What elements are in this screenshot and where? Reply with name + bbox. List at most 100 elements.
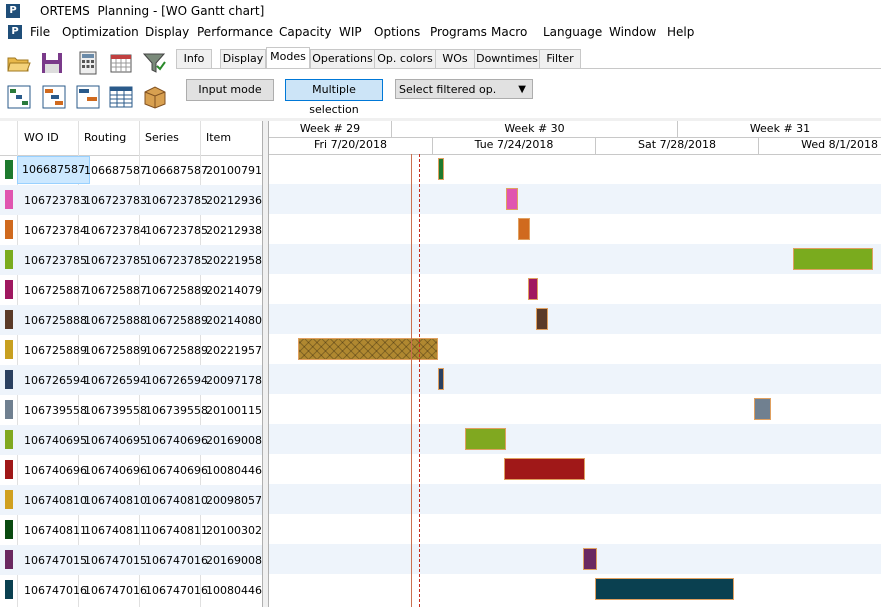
column-header-item[interactable]: Item (206, 131, 231, 144)
select-filtered-dropdown[interactable]: Select filtered op. ▼ (395, 79, 533, 99)
cell-routing[interactable]: 106723783 (84, 194, 147, 207)
cell-series[interactable]: 106726594 (145, 374, 208, 387)
tab-operations[interactable]: Operations (310, 49, 375, 69)
calculator-icon[interactable] (75, 50, 101, 76)
operation-bar[interactable] (595, 578, 735, 600)
table-grid-icon[interactable] (108, 84, 134, 110)
package-icon[interactable] (142, 84, 168, 110)
cell-wo-id[interactable]: 106723785 (24, 254, 87, 267)
menu-wip[interactable]: WIP (339, 25, 362, 39)
cell-item[interactable]: 20169008 (206, 554, 262, 567)
cell-routing[interactable]: 106723784 (84, 224, 147, 237)
cell-item[interactable]: 10080446 (206, 464, 262, 477)
cell-wo-id[interactable]: 106723784 (24, 224, 87, 237)
menu-performance[interactable]: Performance (197, 25, 273, 39)
gantt-multi-icon[interactable] (41, 84, 67, 110)
menu-capacity[interactable]: Capacity (279, 25, 331, 39)
operation-bar[interactable] (297, 338, 439, 360)
table-row[interactable]: 106725888 106725888 106725889 20214080 (0, 305, 262, 335)
cell-series[interactable]: 106725889 (145, 314, 208, 327)
tab-info[interactable]: Info (176, 49, 212, 69)
cell-item[interactable]: 20100791 (206, 164, 262, 177)
cell-item[interactable]: 20221958 (206, 254, 262, 267)
table-row[interactable]: 106723785 106723785 106723785 20221958 (0, 245, 262, 275)
cell-wo-id[interactable]: 106687587 (17, 156, 90, 184)
operation-bar[interactable] (503, 458, 586, 480)
cell-wo-id[interactable]: 106747015 (24, 554, 87, 567)
cell-item[interactable]: 20221957 (206, 344, 262, 357)
tab-modes[interactable]: Modes (266, 47, 310, 70)
cell-item[interactable]: 20100115 (206, 404, 262, 417)
cell-routing[interactable]: 106723785 (84, 254, 147, 267)
cell-item[interactable]: 20214080 (206, 314, 262, 327)
cell-routing[interactable]: 106740695 (84, 434, 147, 447)
cell-series[interactable]: 106747016 (145, 584, 208, 597)
tab-filter[interactable]: Filter (539, 49, 581, 69)
gantt-single-icon[interactable] (75, 84, 101, 110)
cell-wo-id[interactable]: 106723783 (24, 194, 87, 207)
menu-language[interactable]: Language (543, 25, 602, 39)
menu-options[interactable]: Options (374, 25, 420, 39)
operation-bar[interactable] (438, 158, 445, 180)
operation-bar[interactable] (505, 188, 518, 210)
tab-downtimes[interactable]: Downtimes (474, 49, 540, 69)
tab-display[interactable]: Display (220, 49, 266, 69)
cell-routing[interactable]: 106740696 (84, 464, 147, 477)
cell-item[interactable]: 20097178 (206, 374, 262, 387)
cell-item[interactable]: 20212936 (206, 194, 262, 207)
cell-item[interactable]: 20169008 (206, 434, 262, 447)
table-row[interactable]: 106740810 106740810 106740810 20098057 (0, 485, 262, 515)
operation-bar[interactable] (536, 308, 549, 330)
cell-series[interactable]: 106687587 (145, 164, 208, 177)
gantt-sequence-icon[interactable] (6, 84, 32, 110)
cell-series[interactable]: 106740696 (145, 464, 208, 477)
cell-series[interactable]: 106740696 (145, 434, 208, 447)
cell-series[interactable]: 106739558 (145, 404, 208, 417)
table-row[interactable]: 106723784 106723784 106723785 20212938 (0, 215, 262, 245)
cell-wo-id[interactable]: 106726594 (24, 374, 87, 387)
open-folder-icon[interactable] (6, 50, 32, 76)
cell-series[interactable]: 106747016 (145, 554, 208, 567)
menu-help[interactable]: Help (667, 25, 694, 39)
operation-bar[interactable] (438, 368, 445, 390)
cell-routing[interactable]: 106725888 (84, 314, 147, 327)
cell-wo-id[interactable]: 106725888 (24, 314, 87, 327)
document-icon[interactable]: P (8, 25, 22, 39)
cell-series[interactable]: 106725889 (145, 284, 208, 297)
table-row[interactable]: 106723783 106723783 106723785 20212936 (0, 185, 262, 215)
operation-bar[interactable] (464, 428, 506, 450)
table-row[interactable]: 106747015 106747015 106747016 20169008 (0, 545, 262, 575)
menu-optimization[interactable]: Optimization (62, 25, 139, 39)
cell-item[interactable]: 20214079 (206, 284, 262, 297)
cell-series[interactable]: 106723785 (145, 194, 208, 207)
menu-macro[interactable]: Macro (491, 25, 527, 39)
input-mode-button[interactable]: Input mode (186, 79, 274, 101)
cell-item[interactable]: 10080446 (206, 584, 262, 597)
cell-series[interactable]: 106723785 (145, 224, 208, 237)
tab-wos[interactable]: WOs (435, 49, 475, 69)
multiple-selection-button[interactable]: Multiple selection (285, 79, 383, 116)
cell-wo-id[interactable]: 106725887 (24, 284, 87, 297)
cell-routing[interactable]: 106740811 (84, 524, 147, 537)
cell-series[interactable]: 106740810 (145, 494, 208, 507)
cell-routing[interactable]: 106739558 (84, 404, 147, 417)
calendar-grid-icon[interactable] (108, 50, 134, 76)
operation-bar[interactable] (793, 248, 873, 270)
table-row[interactable]: 106725887 106725887 106725889 20214079 (0, 275, 262, 305)
operation-bar[interactable] (583, 548, 598, 570)
table-row[interactable]: 106725889 106725889 106725889 20221957 (0, 335, 262, 365)
filter-icon[interactable] (141, 50, 167, 76)
table-row[interactable]: 106726594 106726594 106726594 20097178 (0, 365, 262, 395)
operation-bar[interactable] (528, 278, 539, 300)
table-row[interactable]: 106739558 106739558 106739558 20100115 (0, 395, 262, 425)
gantt-chart[interactable]: Week # 29 Week # 30 Week # 31 Fri 7/20/2… (268, 121, 881, 607)
cell-wo-id[interactable]: 106740810 (24, 494, 87, 507)
cell-wo-id[interactable]: 106740695 (24, 434, 87, 447)
column-header-wo-id[interactable]: WO ID (24, 131, 59, 144)
cell-item[interactable]: 20098057 (206, 494, 262, 507)
cell-routing[interactable]: 106687587 (84, 164, 147, 177)
table-row[interactable]: 106740695 106740695 106740696 20169008 (0, 425, 262, 455)
menu-programs[interactable]: Programs (430, 25, 487, 39)
cell-routing[interactable]: 106725889 (84, 344, 147, 357)
cell-series[interactable]: 106740811 (145, 524, 208, 537)
